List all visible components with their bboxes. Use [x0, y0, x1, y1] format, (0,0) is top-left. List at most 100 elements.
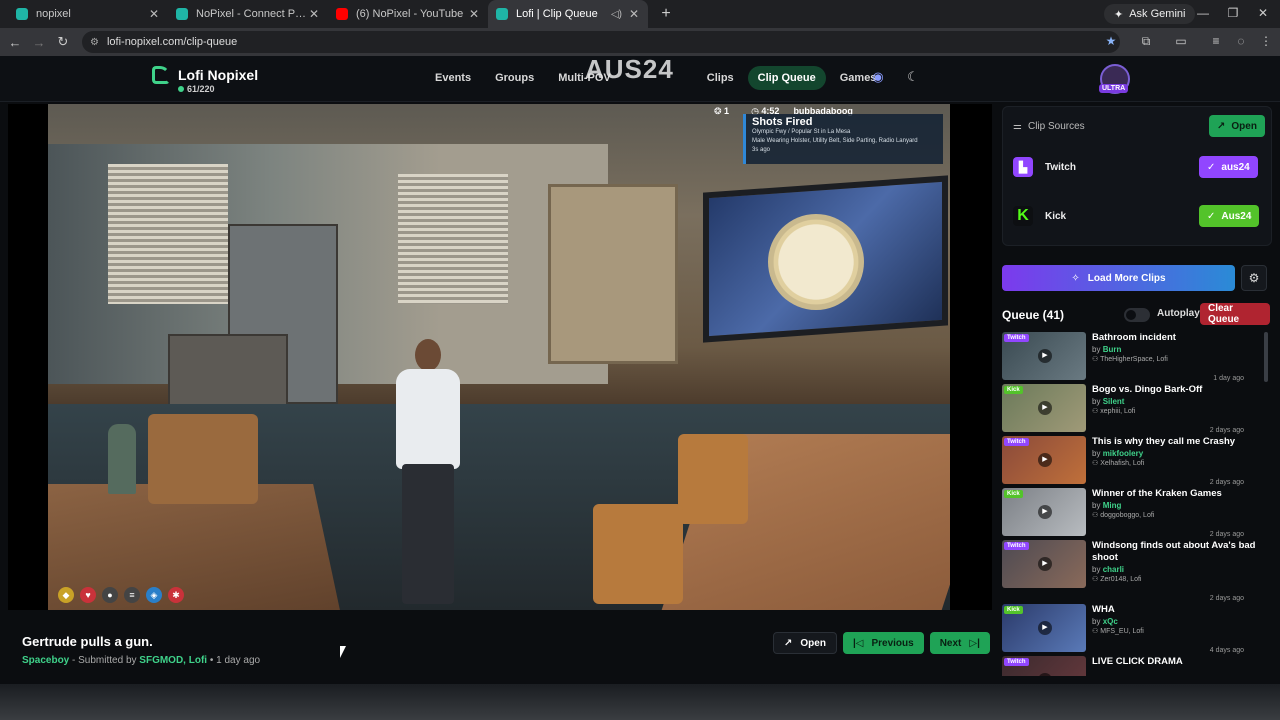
- online-count: 61/220: [178, 84, 215, 94]
- load-more-button[interactable]: ✧ Load More Clips: [1002, 265, 1235, 291]
- autoplay-label: Autoplay: [1157, 308, 1200, 319]
- open-clip-button[interactable]: ↗ Open: [773, 632, 837, 654]
- stamina-icon: ≡: [124, 587, 140, 603]
- list-item[interactable]: Kick ▶ Bogo vs. Dingo Bark-Off by Silent…: [1002, 384, 1264, 436]
- ask-gemini-button[interactable]: ✦ Ask Gemini: [1104, 4, 1196, 24]
- tab-favicon-icon: [176, 8, 188, 20]
- ask-gemini-label: Ask Gemini: [1129, 8, 1186, 20]
- online-dot-icon: [178, 86, 184, 92]
- queue-item-age: 1 day ago: [1213, 375, 1244, 382]
- users-icon: ⚇: [1092, 576, 1101, 583]
- source-twitch: ▙ Twitch ✓ aus24: [1013, 153, 1263, 181]
- queue-item-author[interactable]: Silent: [1103, 397, 1125, 406]
- cast-icon[interactable]: ▭: [1171, 34, 1191, 48]
- clip-sources-title: Clip Sources: [1027, 121, 1085, 132]
- profile-icon[interactable]: ◌: [1231, 34, 1251, 48]
- youtube-icon: [336, 8, 348, 20]
- browser-tab[interactable]: nopixel ✕: [8, 0, 168, 28]
- brand[interactable]: Lofi Nopixel 61/220: [152, 66, 259, 94]
- next-button[interactable]: Next ▷|: [929, 632, 990, 654]
- queue-item-submitters: ⚇ Xelhafish, Lofi: [1092, 459, 1264, 467]
- users-icon: ⚇: [1092, 512, 1101, 519]
- speaker-icon[interactable]: ◁): [611, 9, 622, 20]
- autoplay-toggle[interactable]: [1124, 308, 1150, 322]
- clip-meta: Spaceboy - Submitted by SFGMOD, Lofi • 1…: [22, 655, 260, 666]
- lofi-logo-icon: [152, 66, 170, 84]
- queue-item-body: WHA by xQc ⚇ MFS_EU, Lofi 4 days ago: [1092, 604, 1264, 656]
- scene-window-blinds: [108, 164, 228, 304]
- url-field[interactable]: ⚙ lofi-nopixel.com/clip-queue: [82, 31, 1120, 53]
- video-player[interactable]: [8, 104, 992, 610]
- next-label: Next: [939, 637, 962, 649]
- forward-icon[interactable]: →: [27, 35, 51, 50]
- watermark-text: AUS24: [585, 54, 674, 84]
- close-icon[interactable]: ✕: [308, 7, 320, 21]
- browser-tab[interactable]: NoPixel - Connect Page ✕: [168, 0, 328, 28]
- list-item[interactable]: Kick ▶ WHA by xQc ⚇ MFS_EU, Lofi 4 days …: [1002, 604, 1264, 656]
- close-icon[interactable]: ✕: [628, 7, 640, 21]
- queue-item-age: 2 days ago: [1209, 479, 1244, 486]
- open-clip-label: Open: [800, 637, 826, 649]
- submitters-text: MFS_EU, Lofi: [1100, 628, 1144, 635]
- queue-scrollbar[interactable]: [1264, 332, 1268, 382]
- queue-item-age: 2 days ago: [1209, 427, 1244, 434]
- play-icon: ▶: [1038, 349, 1052, 363]
- list-item[interactable]: Twitch ▶ Windsong finds out about Ava's …: [1002, 540, 1264, 604]
- list-item[interactable]: Kick ▶ Winner of the Kraken Games by Min…: [1002, 488, 1264, 540]
- nav-clips[interactable]: Clips: [697, 66, 744, 90]
- discord-icon[interactable]: ◉: [868, 69, 888, 89]
- users-icon: ⚇: [1092, 628, 1101, 635]
- clip-thumbnail: Twitch ▶: [1002, 540, 1086, 588]
- queue-item-submitters: ⚇ doggoboggo, Lofi: [1092, 511, 1264, 519]
- window-close-icon[interactable]: ✕: [1248, 6, 1278, 20]
- users-icon: ⚇: [1092, 408, 1101, 415]
- source-channel-chip[interactable]: ✓ aus24: [1199, 156, 1258, 178]
- nav-events[interactable]: Events: [425, 66, 481, 90]
- new-tab-button[interactable]: +: [652, 5, 680, 23]
- character-torso: [396, 369, 460, 469]
- menu-icon[interactable]: ⋮: [1256, 34, 1276, 48]
- extensions-icon[interactable]: ⧉: [1136, 34, 1156, 49]
- previous-button[interactable]: |◁ Previous: [842, 632, 924, 654]
- queue-item-body: This is why they call me Crashy by mikfo…: [1092, 436, 1264, 488]
- clear-queue-button[interactable]: Clear Queue: [1200, 303, 1270, 325]
- platform-badge: Twitch: [1004, 658, 1029, 666]
- minimize-icon[interactable]: —: [1188, 6, 1218, 20]
- nav-clip-queue[interactable]: Clip Queue: [747, 66, 826, 90]
- url-text: lofi-nopixel.com/clip-queue: [106, 36, 238, 48]
- list-item[interactable]: Twitch ▶ This is why they call me Crashy…: [1002, 436, 1264, 488]
- queue-item-author[interactable]: charli: [1103, 565, 1124, 574]
- list-item[interactable]: Twitch ▶ Bathroom incident by Burn ⚇ The…: [1002, 332, 1264, 384]
- browser-tab[interactable]: (6) NoPixel - YouTube ✕: [328, 0, 488, 28]
- queue-item-author[interactable]: mikfoolery: [1103, 449, 1143, 458]
- reload-icon[interactable]: ↻: [51, 34, 75, 50]
- queue-settings-gear-icon[interactable]: ⚙: [1241, 265, 1267, 291]
- brand-name: Lofi Nopixel: [178, 67, 259, 83]
- tab-title: Lofi | Clip Queue: [516, 8, 598, 20]
- platform-badge: Twitch: [1004, 438, 1029, 446]
- close-icon[interactable]: ✕: [468, 7, 480, 21]
- queue-item-age: 2 days ago: [1209, 595, 1244, 602]
- tab-favicon-icon: [496, 8, 508, 20]
- clip-thumbnail: Twitch ▶: [1002, 436, 1086, 484]
- queue-item-author[interactable]: Burn: [1103, 345, 1122, 354]
- queue-item-author[interactable]: xQc: [1103, 617, 1118, 626]
- restore-icon[interactable]: ❐: [1218, 6, 1248, 20]
- sources-open-button[interactable]: ↗ Open: [1209, 115, 1265, 137]
- close-icon[interactable]: ✕: [148, 7, 160, 21]
- theme-moon-icon[interactable]: ☾: [903, 69, 923, 89]
- list-item[interactable]: Twitch ▶ LIVE CLICK DRAMA: [1002, 656, 1264, 676]
- media-controls-icon[interactable]: ≡: [1206, 34, 1226, 48]
- queue-item-author[interactable]: Ming: [1103, 501, 1122, 510]
- address-bar-row: ← → ↻ ⚙ lofi-nopixel.com/clip-queue ★ ⧉ …: [0, 28, 1280, 56]
- clip-thumbnail: Twitch ▶: [1002, 656, 1086, 676]
- browser-tab-active[interactable]: Lofi | Clip Queue ◁) ✕: [488, 0, 648, 28]
- source-channel-chip[interactable]: ✓ Aus24: [1199, 205, 1260, 227]
- clip-author[interactable]: Spaceboy: [22, 655, 69, 666]
- bookmark-star-icon[interactable]: ★: [1101, 34, 1121, 48]
- site-info-icon[interactable]: ⚙: [90, 37, 99, 48]
- streamer-watermark: AUS24: [585, 44, 675, 96]
- nav-groups[interactable]: Groups: [485, 66, 544, 90]
- back-icon[interactable]: ←: [3, 35, 27, 50]
- clip-submitter[interactable]: SFGMOD, Lofi: [139, 655, 207, 666]
